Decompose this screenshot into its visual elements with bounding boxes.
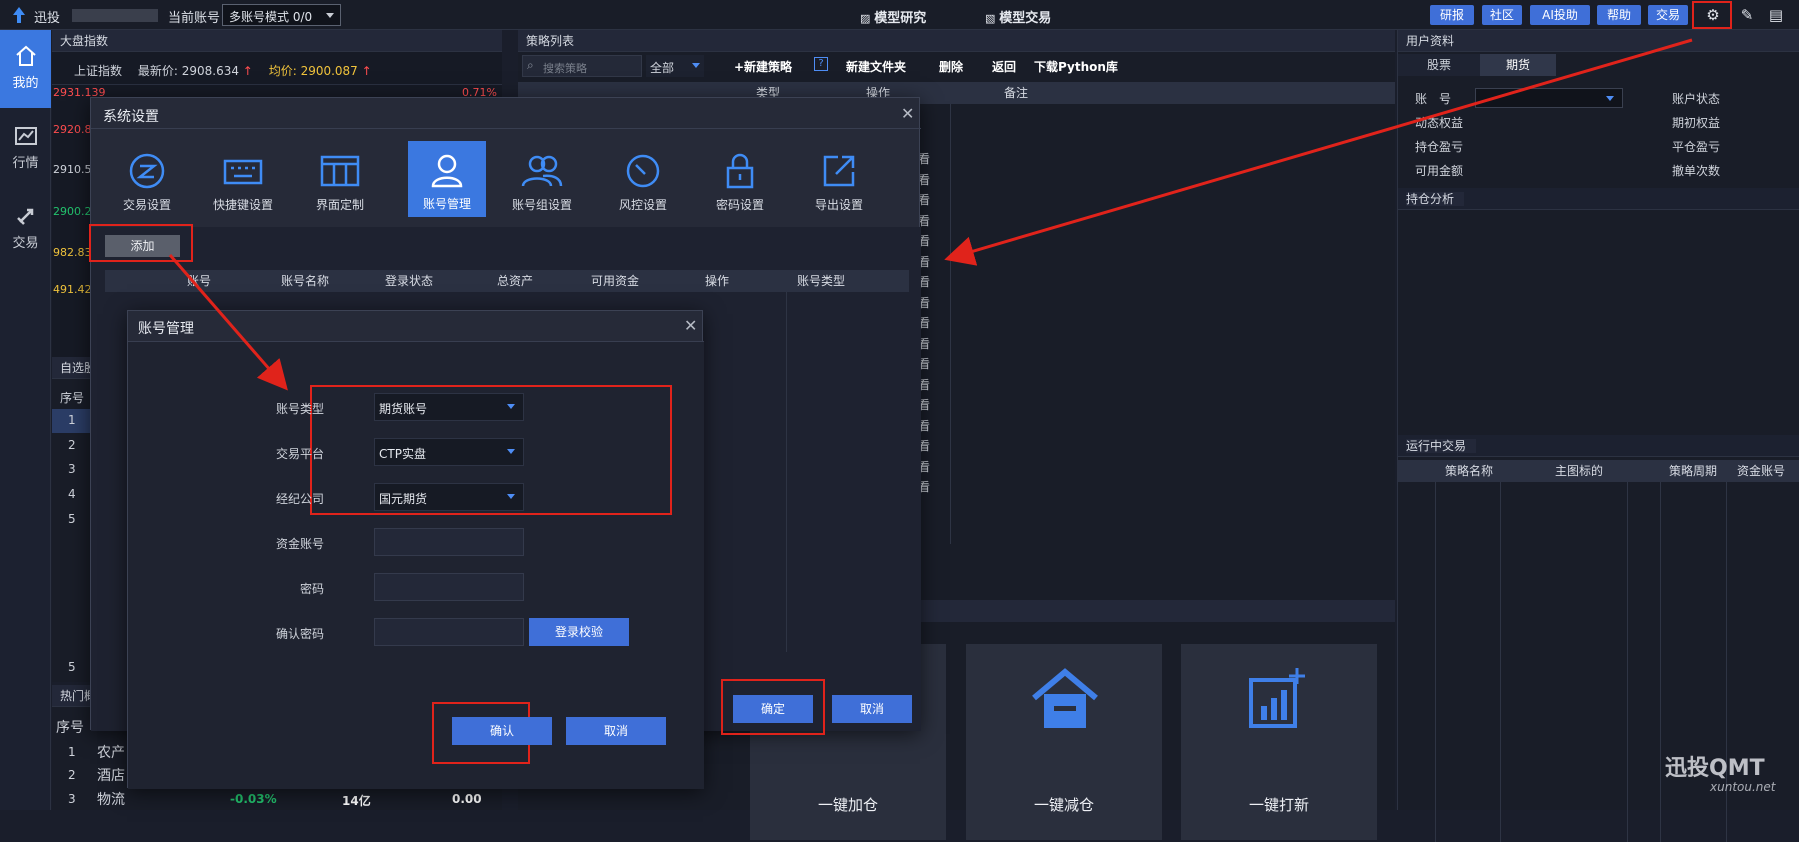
watermark-url: xuntou.net [1710,780,1776,794]
watermark-brand: 迅投QMT [1665,756,1765,781]
annotation-arrows [168,38,1693,391]
arrow-add-to-form [168,254,288,391]
arrow-settings-to-dialog [944,38,1693,266]
